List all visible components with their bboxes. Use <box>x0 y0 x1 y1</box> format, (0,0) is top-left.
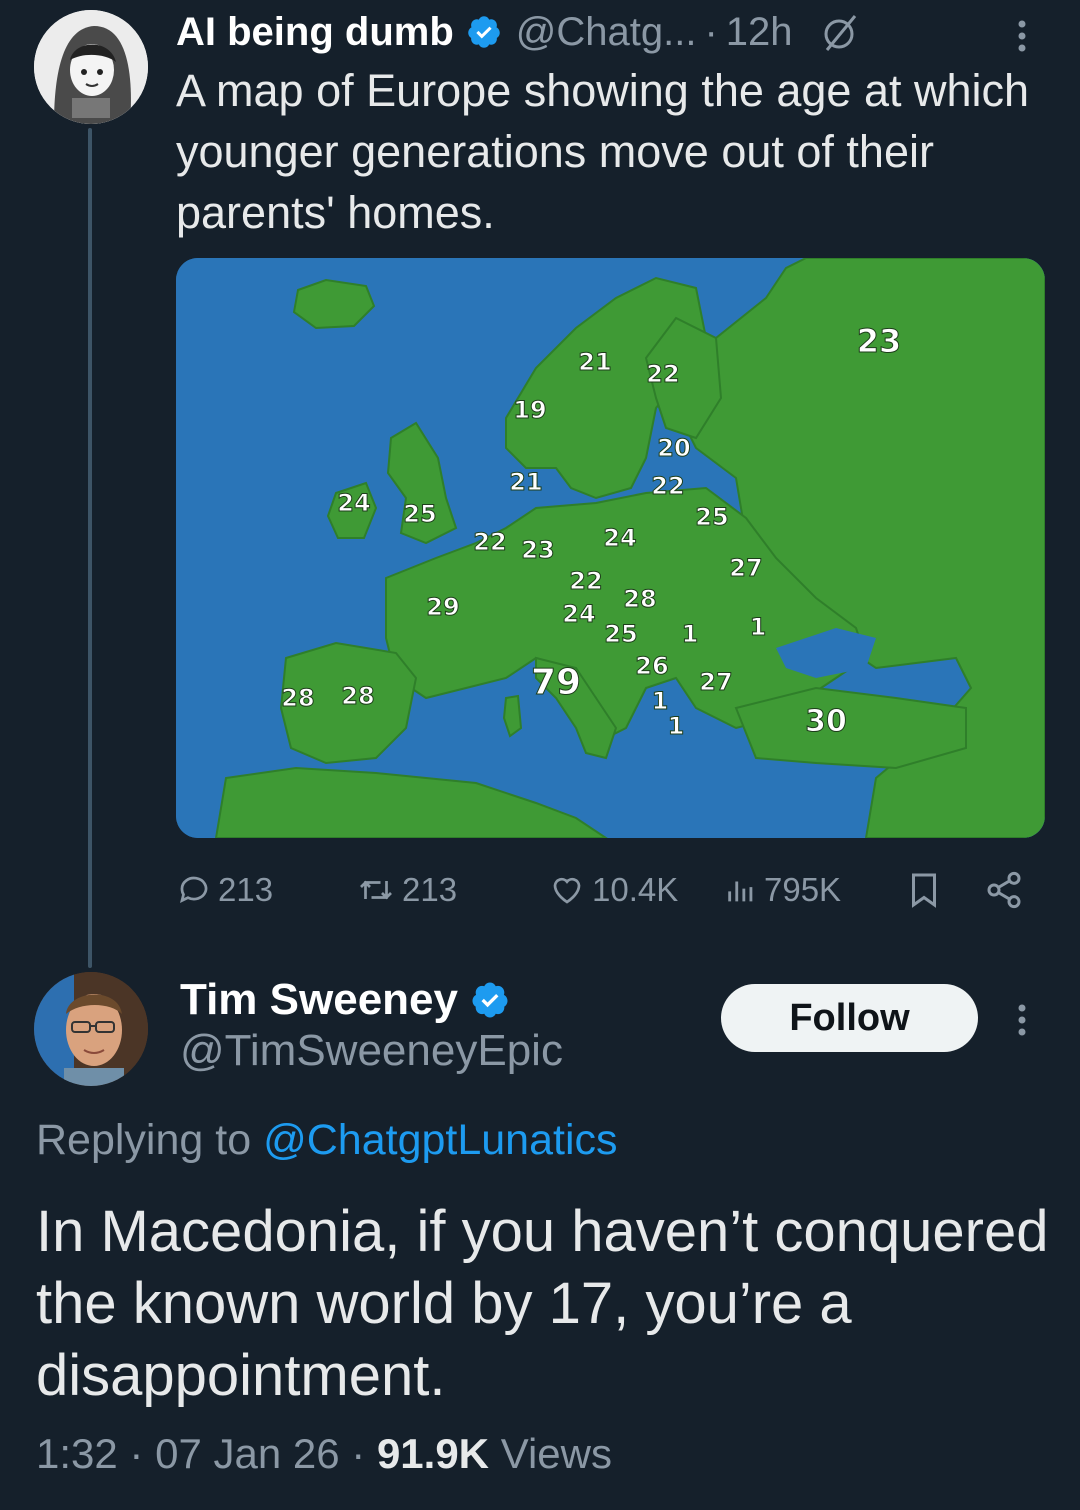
europe-map-svg: 23 21 22 19 20 21 22 24 25 25 22 23 24 2… <box>176 258 1045 838</box>
like-count: 10.4K <box>592 871 679 908</box>
tweet1-text: A map of Europe showing the age at which… <box>176 65 1030 238</box>
repost-count: 213 <box>402 871 458 908</box>
separator-dot: · <box>351 1430 366 1477</box>
europe-map-image[interactable]: 23 21 22 19 20 21 22 24 25 25 22 23 24 2… <box>176 258 1045 838</box>
views-count: 795K <box>764 871 842 908</box>
author-avatar[interactable] <box>34 10 148 124</box>
map-label: 1 <box>668 712 685 740</box>
map-label: 22 <box>651 472 684 500</box>
bookmark-icon[interactable] <box>906 870 942 910</box>
map-label: 24 <box>562 600 595 628</box>
verified-badge-icon <box>472 982 508 1018</box>
tweet2-text: In Macedonia, if you haven’t conquered t… <box>36 1199 1049 1408</box>
map-label: 25 <box>604 620 637 648</box>
map-label: 1 <box>750 613 767 641</box>
tweet2-meta: 1:32 · 07 Jan 26 · 91.9K Views <box>36 1430 612 1478</box>
follow-button[interactable]: Follow <box>721 984 978 1052</box>
tweet-time[interactable]: 12h <box>726 10 793 55</box>
map-label: 79 <box>531 662 581 703</box>
separator-dot: · <box>129 1430 144 1477</box>
reply-count: 213 <box>218 871 274 908</box>
reply-button[interactable]: 213 <box>176 862 273 918</box>
map-label: 28 <box>341 682 374 710</box>
tim-sweeney-avatar[interactable] <box>34 972 148 1086</box>
map-label: 30 <box>805 704 847 739</box>
more-options-icon[interactable] <box>1012 1000 1032 1040</box>
map-label: 22 <box>646 360 679 388</box>
share-icon[interactable] <box>984 870 1024 910</box>
tweet1-action-bar: 213 213 10.4K 795K <box>176 862 1036 918</box>
map-label: 24 <box>337 489 370 517</box>
hooded-figure-avatar-icon <box>34 10 148 124</box>
grok-icon[interactable] <box>819 10 863 54</box>
map-label: 25 <box>403 500 436 528</box>
map-label: 21 <box>578 348 611 376</box>
views-chart-icon <box>728 881 753 902</box>
map-label: 27 <box>699 668 732 696</box>
verified-badge-icon <box>468 16 500 48</box>
like-button[interactable]: 10.4K <box>548 862 678 918</box>
map-label: 26 <box>635 652 668 680</box>
tweet-date[interactable]: 07 Jan 26 <box>155 1430 340 1477</box>
reply-icon <box>179 876 208 903</box>
repost-icon <box>360 880 392 900</box>
replying-mention-link[interactable]: @ChatgptLunatics <box>263 1116 617 1164</box>
author-handle[interactable]: @TimSweeneyEpic <box>180 1026 563 1076</box>
map-label: 28 <box>281 684 314 712</box>
map-label: 28 <box>623 585 656 613</box>
map-label: 25 <box>695 503 728 531</box>
tweet-time[interactable]: 1:32 <box>36 1430 118 1477</box>
views-label: Views <box>500 1430 612 1477</box>
author-handle[interactable]: @Chatg... <box>516 10 697 55</box>
views-count: 91.9K <box>376 1430 490 1477</box>
map-label: 23 <box>521 536 554 564</box>
views-button[interactable]: 795K <box>724 862 841 918</box>
map-label: 20 <box>657 434 690 462</box>
tweet1-header: AI being dumb @Chatg... · 12h <box>176 4 863 60</box>
heart-icon <box>553 877 581 904</box>
map-label: 1 <box>682 620 699 648</box>
replying-prefix: Replying to <box>36 1116 252 1164</box>
map-label: 23 <box>857 322 902 360</box>
map-label: 29 <box>426 593 459 621</box>
tweet2-author-row: Tim Sweeney <box>180 972 524 1028</box>
thread-connector-line <box>88 128 92 968</box>
repost-button[interactable]: 213 <box>356 862 457 918</box>
author-name[interactable]: Tim Sweeney <box>180 975 458 1025</box>
map-label: 1 <box>652 687 669 715</box>
map-label: 22 <box>569 567 602 595</box>
author-name[interactable]: AI being dumb <box>176 10 454 55</box>
replying-to-line: Replying to @ChatgptLunatics <box>36 1116 618 1165</box>
separator-dot: · <box>704 9 718 54</box>
map-label: 22 <box>473 528 506 556</box>
map-label: 27 <box>729 554 762 582</box>
map-label: 24 <box>603 524 636 552</box>
more-options-icon[interactable] <box>1012 16 1032 56</box>
map-label: 19 <box>513 396 546 424</box>
person-photo-avatar-icon <box>34 972 148 1086</box>
map-label: 21 <box>509 468 542 496</box>
